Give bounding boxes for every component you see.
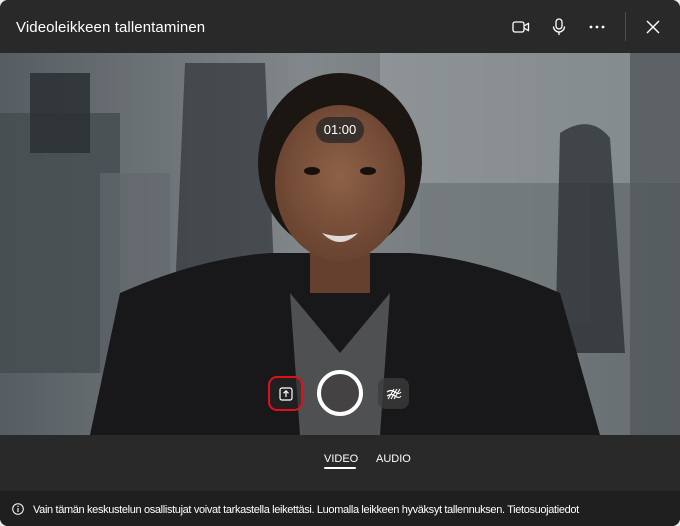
tab-video-selected-indicator bbox=[324, 467, 356, 469]
tab-video[interactable]: VIDEO bbox=[324, 453, 358, 465]
dialog-header: Videoleikkeen tallentaminen bbox=[0, 0, 680, 53]
microphone-icon[interactable] bbox=[547, 15, 571, 39]
recording-timer: 01:00 bbox=[316, 117, 364, 143]
video-camera-icon[interactable] bbox=[509, 15, 533, 39]
more-options-icon[interactable] bbox=[585, 15, 609, 39]
privacy-info-link[interactable]: Tietosuojatiedot bbox=[507, 504, 579, 516]
privacy-notice: Vain tämän keskustelun osallistujat voiv… bbox=[33, 504, 579, 516]
background-effects-button[interactable] bbox=[378, 378, 409, 409]
privacy-notice-text: Vain tämän keskustelun osallistujat voiv… bbox=[33, 504, 505, 516]
info-icon bbox=[12, 503, 24, 515]
tab-audio[interactable]: AUDIO bbox=[376, 453, 411, 465]
upload-button[interactable] bbox=[268, 376, 303, 411]
record-button[interactable] bbox=[317, 370, 363, 416]
header-divider bbox=[625, 12, 626, 41]
dialog-title: Videoleikkeen tallentaminen bbox=[16, 19, 206, 36]
clip-recorder-dialog: Videoleikkeen tallentaminen 01:00 VIDEO … bbox=[0, 0, 680, 526]
background-effects-icon bbox=[386, 388, 401, 399]
upload-icon bbox=[278, 386, 293, 401]
camera-preview: 01:00 bbox=[0, 53, 680, 435]
close-icon[interactable] bbox=[641, 15, 665, 39]
